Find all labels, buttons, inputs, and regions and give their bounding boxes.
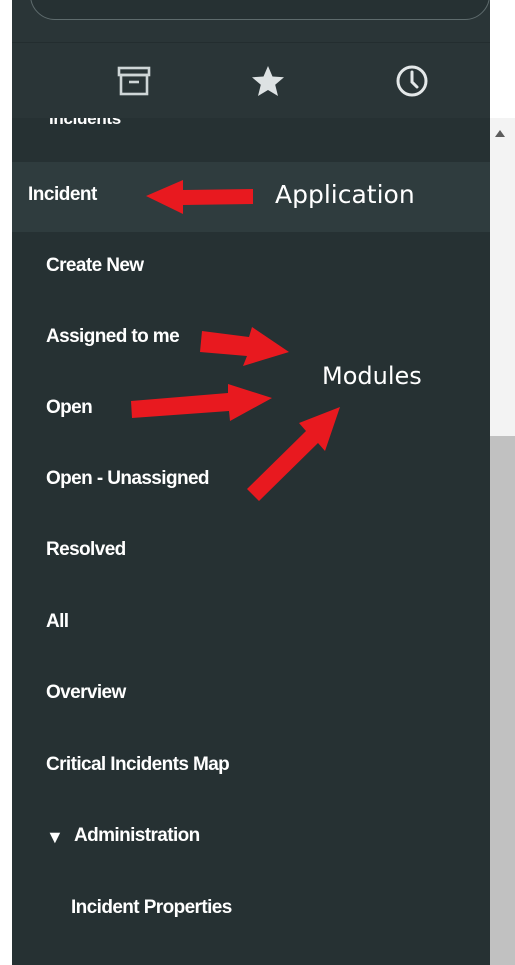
filter-search-input[interactable] [30,0,490,20]
tab-history[interactable] [342,43,482,119]
module-incident-properties[interactable]: Incident Properties [12,881,490,941]
scroll-up-arrow-icon[interactable] [495,130,505,137]
application-navigator-list: Incidents Incident Create New Assigned t… [12,118,490,965]
module-overview[interactable]: Overview [12,666,490,726]
module-label: Overview [46,682,126,703]
star-icon [252,66,284,96]
clock-icon [396,65,428,97]
module-open[interactable]: Open [12,381,490,441]
tab-favorites[interactable] [198,43,338,119]
nav-scrollbar[interactable] [490,118,515,965]
module-label: All [46,611,69,632]
module-label: Open - Unassigned [46,468,210,489]
module-label: Assigned to me [46,326,180,347]
application-label: Incident [28,184,97,205]
scrollbar-thumb[interactable] [490,436,515,965]
module-open-unassigned[interactable]: Open - Unassigned [12,452,490,512]
section-label: Administration [74,825,200,846]
section-heading[interactable]: Incidents [49,118,121,129]
module-resolved[interactable]: Resolved [12,523,490,583]
section-administration[interactable]: ▼ Administration [12,809,490,869]
module-assigned-to-me[interactable]: Assigned to me [12,310,490,370]
module-all[interactable]: All [12,595,490,655]
archive-icon [117,66,151,96]
module-critical-incidents-map[interactable]: Critical Incidents Map [12,738,490,798]
module-create-new[interactable]: Create New [12,239,490,299]
module-label: Incident Properties [71,897,232,918]
module-label: Resolved [46,539,126,560]
modules-annotation-label: Modules [322,362,422,390]
module-label: Open [46,397,93,418]
navigator-tab-bar [12,42,490,119]
filter-search-region [12,0,490,42]
application-annotation-label: Application [275,180,415,209]
tab-archive[interactable] [64,43,204,119]
application-incident[interactable]: Incident [12,162,490,232]
module-label: Critical Incidents Map [46,754,230,775]
module-label: Create New [46,255,144,276]
caret-down-icon[interactable]: ▼ [46,827,64,848]
